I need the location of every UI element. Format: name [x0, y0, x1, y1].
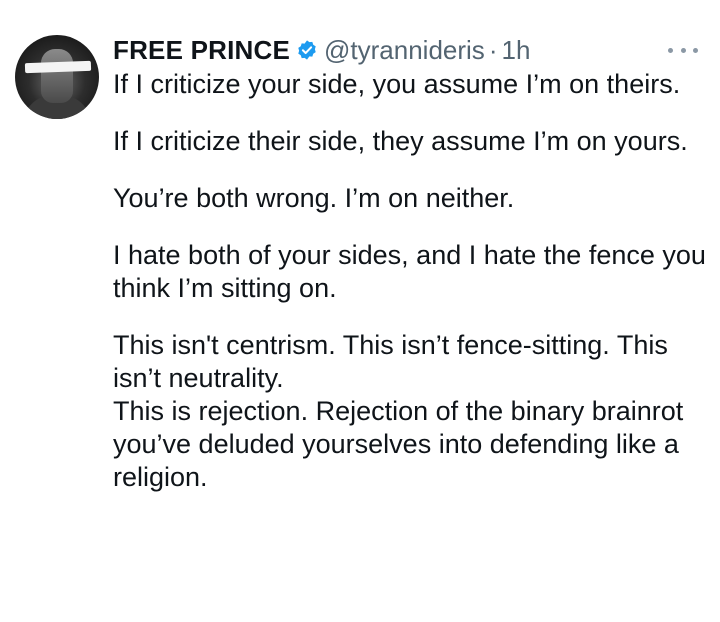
- meta-separator: ·: [488, 34, 498, 65]
- verified-badge-icon: [298, 40, 316, 60]
- tweet-timestamp[interactable]: 1h: [501, 35, 530, 66]
- tweet-text: If I criticize your side, you assume I’m…: [113, 68, 708, 494]
- more-dot: [680, 47, 686, 53]
- avatar[interactable]: [15, 35, 99, 119]
- tweet-header: FREE PRINCE @tyrannideris · 1h: [113, 33, 530, 67]
- author-handle[interactable]: @tyrannideris: [324, 35, 485, 66]
- tweet-card: FREE PRINCE @tyrannideris · 1h If I crit…: [0, 0, 720, 622]
- more-options-icon[interactable]: [668, 45, 698, 55]
- tweet-paragraph: You’re both wrong. I’m on neither.: [113, 183, 515, 213]
- tweet-paragraph: If I criticize your side, you assume I’m…: [113, 69, 681, 99]
- more-dot: [693, 47, 698, 53]
- avatar-face: [41, 49, 73, 103]
- tweet-paragraph: This isn't centrism. This isn’t fence-si…: [113, 330, 668, 393]
- tweet-paragraph: I hate both of your sides, and I hate th…: [113, 240, 706, 303]
- avatar-censor-bar: [24, 60, 92, 74]
- tweet-paragraph: If I criticize their side, they assume I…: [113, 126, 688, 156]
- more-dot: [668, 47, 673, 53]
- tweet-paragraph: This is rejection. Rejection of the bina…: [113, 396, 684, 492]
- author-name[interactable]: FREE PRINCE: [113, 35, 290, 66]
